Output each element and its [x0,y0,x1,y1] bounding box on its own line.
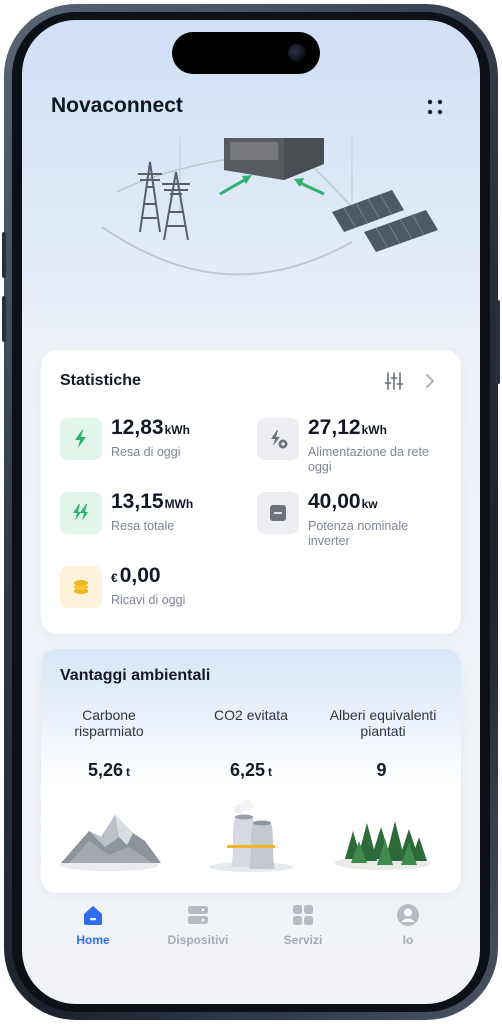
environmental-benefits-title: Vantaggi ambientali [60,667,211,684]
nav-label: Io [402,933,414,947]
chevron-right-icon [426,374,435,388]
statistics-title: Statistiche [60,372,141,389]
nav-label: Servizi [283,933,323,947]
env-item-trees: Alberi equivalenti piantati [323,707,443,757]
stat-grid-feed[interactable]: 27,12kWh Alimentazione da rete oggi [257,416,447,480]
nav-services[interactable]: Servizi [253,902,353,947]
app-title: Novaconnect [51,94,183,117]
env-item-coal: Carbone risparmiato [49,707,169,757]
volume-up-button [2,232,6,278]
nav-home[interactable]: Home [43,902,143,947]
stat-label: Potenza nominale inverter [308,519,409,548]
energy-flow-illustration [101,137,438,276]
stat-inverter-power[interactable]: 40,00kw Potenza nominale inverter [257,490,447,554]
nav-label: Home [76,933,110,947]
volume-down-button [2,296,6,342]
env-label: CO2 evitata [214,707,288,723]
stat-total-yield[interactable]: 13,15MWh Resa totale [60,490,250,554]
stat-label: Alimentazione da rete oggi [308,445,429,474]
inverter-icon [257,492,299,534]
env-label: Alberi equivalenti piantati [329,707,437,739]
stat-label: Ricavi di oggi [111,593,186,607]
devices-icon [188,906,208,924]
mountain-icon [59,815,161,871]
nav-label: Dispositivi [167,933,229,947]
cooling-tower-icon [209,800,293,872]
env-item-co2: CO2 evitata [191,707,311,757]
camera-icon [288,44,306,62]
nav-devices[interactable]: Dispositivi [148,902,248,947]
stat-label: Resa di oggi [111,445,181,459]
stat-value: 12,83kWh [111,416,190,439]
stat-value: 13,15MWh [111,490,194,513]
stat-value: €0,00 [111,564,161,587]
dynamic-island [172,32,320,74]
stat-value: 40,00kw [308,490,378,513]
env-value-co2: 6,25 t [229,760,273,780]
statistics-settings-button[interactable] [383,370,405,392]
bottom-navigation: Home Dispositivi Servizi Io [22,896,480,966]
stat-today-revenue[interactable]: €0,00 Ricavi di oggi [60,564,250,628]
stat-today-yield[interactable]: 12,83kWh Resa di oggi [60,416,250,480]
grid-feed-icon [257,418,299,460]
profile-icon [397,904,419,926]
services-icon [293,905,313,925]
env-value-coal: 5,26 t [87,760,131,780]
double-lightning-icon [60,492,102,534]
env-value-trees: 9 [376,760,387,780]
statistics-more-button[interactable] [421,372,439,390]
nav-profile[interactable]: Io [358,902,458,947]
scan-button[interactable] [422,94,448,120]
screen: Novaconnect Statistiche 12,83kWh Resa di… [22,20,480,1004]
forest-icon [335,821,431,870]
stat-label: Resa totale [111,519,175,533]
stat-value: 27,12kWh [308,416,387,439]
scan-icon [427,99,443,115]
environmental-benefits-card: Vantaggi ambientali Carbone risparmiato … [41,649,461,893]
env-label: Carbone risparmiato [74,707,144,739]
coins-icon [60,566,102,608]
statistics-card: Statistiche 12,83kWh Resa di oggi 27,12k… [41,350,461,634]
home-icon [84,906,102,925]
sliders-icon [384,372,404,390]
power-button [496,300,500,384]
lightning-icon [60,418,102,460]
